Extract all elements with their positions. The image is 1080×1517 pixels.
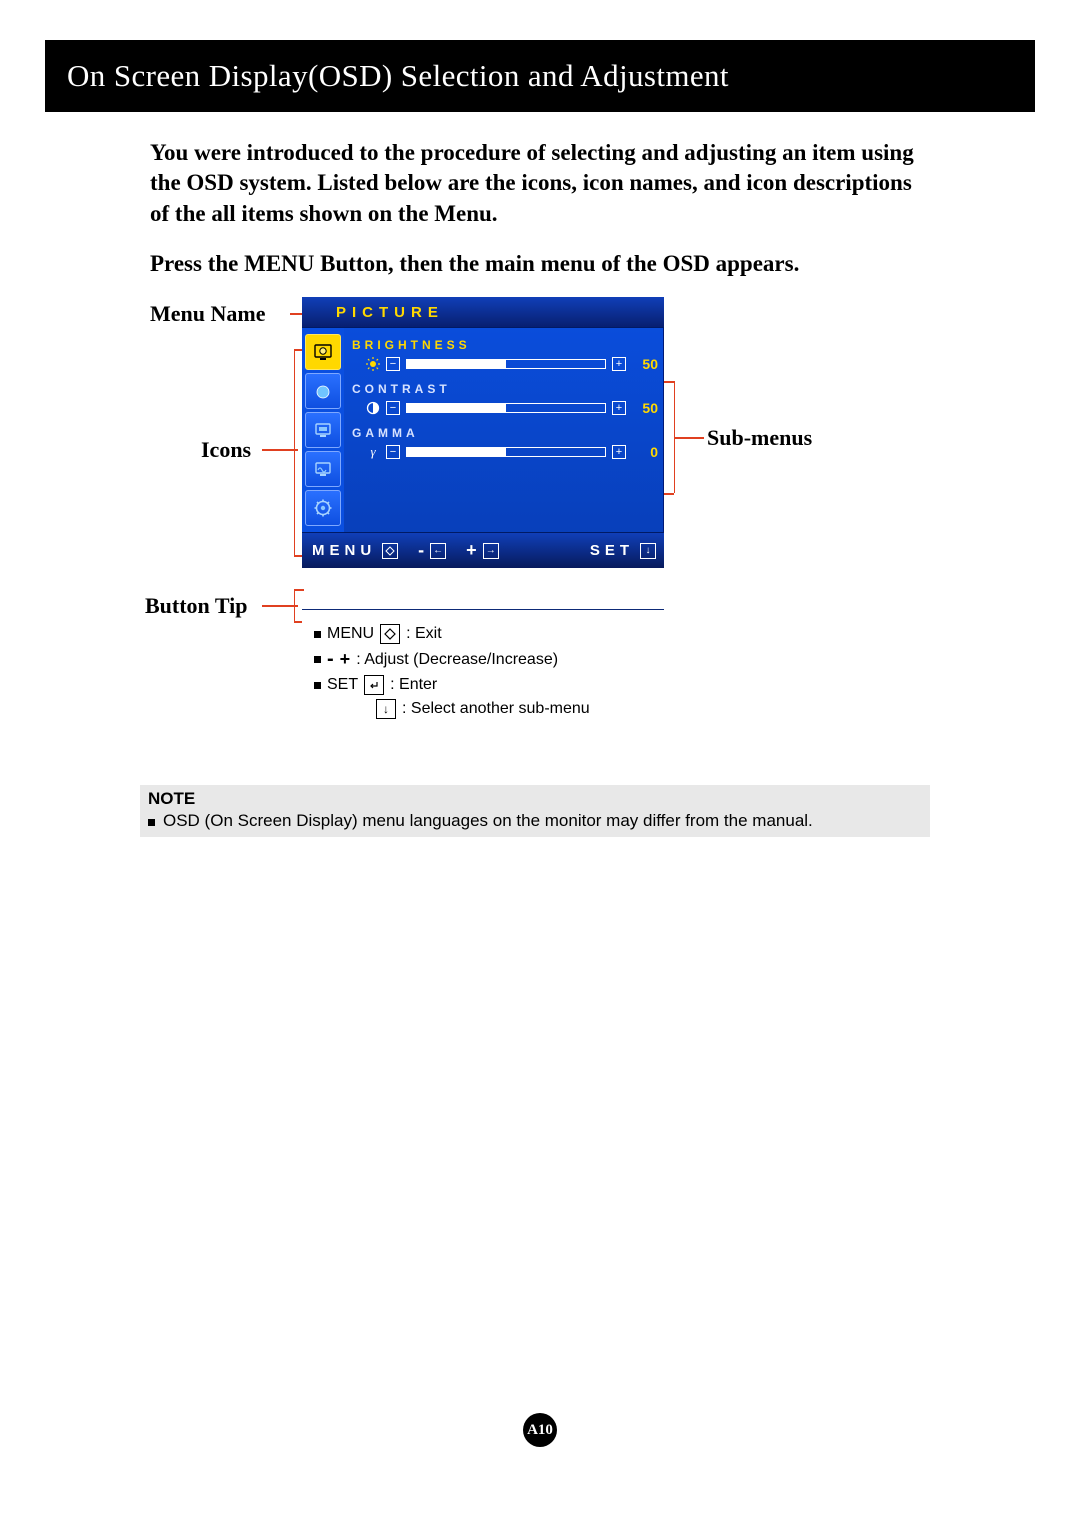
gamma-value: 0 (632, 444, 658, 460)
osd-footer: MENU - ← + → SET ↓ (302, 532, 664, 568)
settings-gear-icon[interactable] (305, 490, 341, 526)
contrast-icon (366, 401, 380, 415)
enter-key-icon (364, 675, 384, 695)
osd-diagram: Menu Name Icons Sub-menus Button Tip PIC… (0, 289, 1080, 759)
plus-icon: + (612, 445, 626, 459)
page-number: A10 (523, 1413, 557, 1447)
footer-set-button[interactable]: SET ↓ (590, 542, 656, 559)
tip-adjust-row: - + : Adjust (Decrease/Increase) (314, 648, 652, 671)
osd-content: BRIGHTNESS − + 50 CONTRAST (344, 328, 664, 532)
menu-key-icon (380, 624, 400, 644)
minus-icon: − (386, 357, 400, 371)
brightness-slider[interactable] (406, 359, 606, 369)
picture-icon[interactable] (305, 334, 341, 370)
gamma-slider[interactable] (406, 447, 606, 457)
footer-plus-button[interactable]: + → (466, 540, 499, 561)
bullet-icon (314, 656, 321, 663)
color-icon[interactable] (305, 373, 341, 409)
bullet-icon (148, 819, 155, 826)
note-box: NOTE OSD (On Screen Display) menu langua… (140, 785, 930, 837)
tip-set-row: SET : Enter (314, 675, 652, 695)
label-sub-menus: Sub-menus (707, 425, 812, 451)
note-body: OSD (On Screen Display) menu languages o… (163, 811, 813, 831)
label-button-tip: Button Tip (145, 593, 248, 619)
tip-select-row: ↓ : Select another sub-menu (376, 699, 652, 719)
intro-paragraph: You were introduced to the procedure of … (150, 138, 930, 229)
button-tip-box: MENU : Exit - + : Adjust (Decrease/Incre… (302, 609, 664, 735)
submenu-brightness-row[interactable]: − + 50 (366, 356, 658, 372)
right-arrow-icon: → (483, 543, 499, 559)
submenu-contrast-row[interactable]: − + 50 (366, 400, 658, 416)
contrast-value: 50 (632, 400, 658, 416)
tip-menu-row: MENU : Exit (314, 624, 652, 644)
label-icons: Icons (201, 437, 251, 463)
submenu-gamma-label: GAMMA (352, 426, 658, 440)
brightness-value: 50 (632, 356, 658, 372)
note-heading: NOTE (140, 785, 930, 813)
osd-menu-name: PICTURE (302, 297, 664, 328)
submenu-gamma-row[interactable]: γ − + 0 (366, 444, 658, 460)
press-instruction: Press the MENU Button, then the main men… (150, 251, 930, 277)
down-arrow-icon: ↓ (640, 543, 656, 559)
tracking-icon[interactable] (305, 412, 341, 448)
osd-panel: PICTURE (302, 297, 664, 568)
bullet-icon (314, 682, 321, 689)
osd-icon-column (302, 328, 344, 532)
footer-menu-button[interactable]: MENU (312, 542, 398, 559)
contrast-slider[interactable] (406, 403, 606, 413)
setup-icon[interactable] (305, 451, 341, 487)
submenu-contrast-label: CONTRAST (352, 382, 658, 396)
minus-icon: − (386, 445, 400, 459)
brightness-icon (366, 357, 380, 371)
menu-key-icon (382, 543, 398, 559)
down-arrow-key-icon: ↓ (376, 699, 396, 719)
gamma-icon: γ (366, 445, 380, 459)
submenu-brightness-label: BRIGHTNESS (352, 338, 658, 352)
plus-icon: + (612, 401, 626, 415)
bullet-icon (314, 631, 321, 638)
page-title: On Screen Display(OSD) Selection and Adj… (45, 40, 1035, 112)
minus-icon: − (386, 401, 400, 415)
left-arrow-icon: ← (430, 543, 446, 559)
label-menu-name: Menu Name (150, 301, 265, 327)
footer-minus-button[interactable]: - ← (418, 540, 446, 561)
plus-icon: + (612, 357, 626, 371)
